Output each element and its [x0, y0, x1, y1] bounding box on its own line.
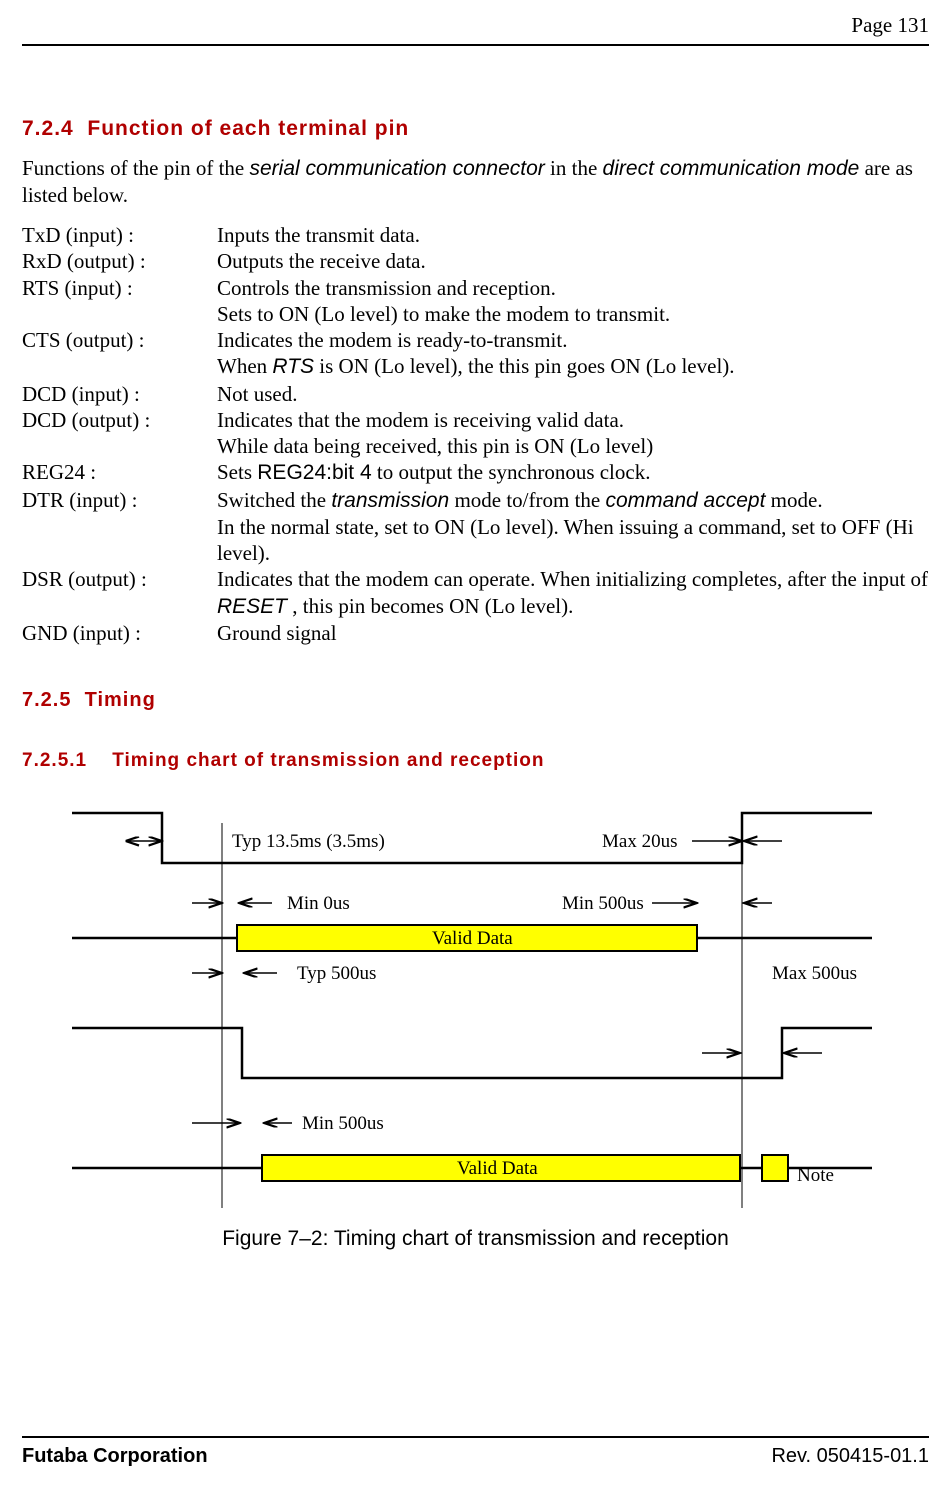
pin-dsr: DSR (output) : Indicates that the modem …: [22, 566, 929, 620]
pin-dtr: DTR (input) : Switched the transmission …: [22, 487, 929, 567]
timing-label-typ135: Typ 13.5ms (3.5ms): [232, 831, 385, 852]
pin-label: TxD (input) :: [22, 222, 217, 248]
pin-desc-text: , this pin becomes ON (Lo level).: [292, 594, 573, 618]
pin-reg24: REG24 : Sets REG24:bit 4 to output the s…: [22, 459, 929, 486]
pin-desc: Indicates the modem is ready-to-transmit…: [217, 327, 929, 381]
pin-desc: Controls the transmission and reception.…: [217, 275, 929, 328]
timing-label-typ500: Typ 500us: [297, 963, 376, 984]
pin-desc-line: While data being received, this pin is O…: [217, 433, 929, 459]
pin-desc-em: command accept: [606, 489, 766, 512]
intro-em-connector: serial communication connector: [249, 157, 544, 180]
heading-title: Timing chart of transmission and recepti…: [112, 750, 544, 771]
timing-label-max500: Max 500us: [772, 963, 857, 984]
pin-label: CTS (output) :: [22, 327, 217, 353]
pin-desc-text: Indicates that the modem can operate. Wh…: [217, 567, 928, 591]
pin-desc: Sets REG24:bit 4 to output the synchrono…: [217, 459, 929, 486]
pin-desc-em: transmission: [331, 489, 449, 512]
intro-text: in the: [550, 156, 603, 180]
footer-company: Futaba Corporation: [22, 1444, 208, 1469]
pin-rxd: RxD (output) : Outputs the receive data.: [22, 248, 929, 274]
pin-desc-text: is ON (Lo level), the this pin goes ON (…: [319, 354, 734, 378]
pin-desc: Indicates that the modem is receiving va…: [217, 407, 929, 460]
heading-title: Timing: [85, 689, 156, 711]
pin-desc-text: Sets: [217, 460, 257, 484]
timing-valid-data-1: Valid Data: [432, 928, 513, 949]
pin-cts: CTS (output) : Indicates the modem is re…: [22, 327, 929, 381]
heading-number: 7.2.5: [22, 689, 71, 711]
pin-desc-text: When: [217, 354, 272, 378]
pin-label: REG24 :: [22, 459, 217, 485]
pin-definitions: TxD (input) : Inputs the transmit data. …: [22, 222, 929, 646]
pin-desc-line: Controls the transmission and reception.: [217, 275, 929, 301]
pin-desc-text: mode.: [771, 488, 823, 512]
pin-gnd: GND (input) : Ground signal: [22, 620, 929, 646]
pin-desc-text: to output the synchronous clock.: [377, 460, 651, 484]
pin-desc-line: Indicates the modem is ready-to-transmit…: [217, 327, 929, 353]
intro-text: Functions of the pin of the: [22, 156, 249, 180]
heading-7-2-4: 7.2.4 Function of each terminal pin: [22, 116, 929, 142]
pin-txd: TxD (input) : Inputs the transmit data.: [22, 222, 929, 248]
timing-label-max20: Max 20us: [602, 831, 677, 852]
pin-desc-line: Sets to ON (Lo level) to make the modem …: [217, 301, 929, 327]
page-number: Page 131: [851, 12, 929, 38]
heading-title: Function of each terminal pin: [87, 117, 409, 140]
pin-rts: RTS (input) : Controls the transmission …: [22, 275, 929, 328]
pin-label: DSR (output) :: [22, 566, 217, 592]
heading-7-2-5-1: 7.2.5.1 Timing chart of transmission and…: [22, 749, 929, 773]
timing-note: Note: [797, 1165, 834, 1186]
heading-7-2-5: 7.2.5 Timing: [22, 688, 929, 713]
pin-dcd-input: DCD (input) : Not used.: [22, 381, 929, 407]
pin-label: RTS (input) :: [22, 275, 217, 301]
pin-desc-line: Indicates that the modem is receiving va…: [217, 407, 929, 433]
pin-desc-reg: REG24:bit 4: [257, 461, 371, 484]
timing-label-min500a: Min 500us: [562, 893, 644, 914]
heading-number: 7.2.5.1: [22, 750, 87, 771]
pin-desc-text: Switched the: [217, 488, 331, 512]
pin-label: DCD (output) :: [22, 407, 217, 433]
pin-label: RxD (output) :: [22, 248, 217, 274]
footer-revision: Rev. 050415-01.1: [771, 1444, 929, 1469]
page-header: Page 131: [22, 10, 929, 44]
timing-label-min500b: Min 500us: [302, 1113, 384, 1134]
pin-desc-line: Switched the transmission mode to/from t…: [217, 487, 929, 514]
timing-valid-data-2: Valid Data: [457, 1158, 538, 1179]
pin-label: DTR (input) :: [22, 487, 217, 513]
intro-em-mode: direct communication mode: [603, 157, 860, 180]
timing-label-min0: Min 0us: [287, 893, 350, 914]
pin-desc: Indicates that the modem can operate. Wh…: [217, 566, 929, 620]
pin-desc: Inputs the transmit data.: [217, 222, 929, 248]
pin-desc-line: When RTS is ON (Lo level), the this pin …: [217, 353, 929, 380]
pin-desc: Ground signal: [217, 620, 929, 646]
pin-dcd-output: DCD (output) : Indicates that the modem …: [22, 407, 929, 460]
pin-desc: Not used.: [217, 381, 929, 407]
pin-desc: Outputs the receive data.: [217, 248, 929, 274]
pin-desc-em: RESET: [217, 595, 287, 618]
timing-chart: Typ 13.5ms (3.5ms) Max 20us Valid Data M…: [62, 803, 882, 1208]
timing-svg: Typ 13.5ms (3.5ms) Max 20us Valid Data M…: [62, 803, 882, 1208]
heading-number: 7.2.4: [22, 117, 74, 140]
pin-desc-text: mode to/from the: [454, 488, 605, 512]
header-rule: [22, 44, 929, 46]
pin-label: GND (input) :: [22, 620, 217, 646]
pin-desc-em: RTS: [272, 355, 314, 378]
pin-label: DCD (input) :: [22, 381, 217, 407]
page-footer: Futaba Corporation Rev. 050415-01.1: [22, 1436, 929, 1469]
pin-desc: Switched the transmission mode to/from t…: [217, 487, 929, 567]
intro-paragraph: Functions of the pin of the serial commu…: [22, 155, 929, 209]
figure-caption: Figure 7–2: Timing chart of transmission…: [22, 1226, 929, 1252]
pin-desc-line: In the normal state, set to ON (Lo level…: [217, 514, 929, 567]
